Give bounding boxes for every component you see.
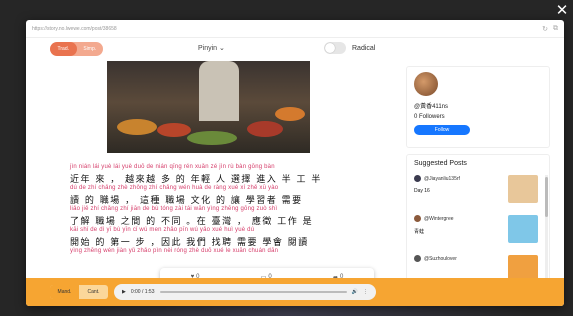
story-modal: https://story.no.lwewe.com/post/38658 ↻ … bbox=[26, 20, 564, 306]
simp-button[interactable]: Simp. bbox=[77, 42, 104, 56]
produce-pile bbox=[157, 123, 191, 137]
radical-switch[interactable]: Radical bbox=[324, 42, 375, 54]
avatar bbox=[414, 175, 421, 182]
audio-progress[interactable] bbox=[159, 291, 347, 293]
suggested-title: Suggested Posts bbox=[414, 160, 467, 167]
produce-pile bbox=[187, 131, 237, 145]
follow-button[interactable]: Follow bbox=[414, 125, 470, 135]
post-author: @Suzhoulover bbox=[424, 255, 457, 262]
hanzi-line[interactable]: 了解 職場 之間 的 不同 。在 臺灣 ， 應徵 工作 是 bbox=[70, 214, 370, 227]
sidebar: @黃香411ns 0 Followers Follow Suggested Po… bbox=[406, 66, 550, 302]
radical-label: Radical bbox=[352, 44, 376, 52]
story-text: jìn nián lái yuè lái yuè duō de nián qīn… bbox=[70, 164, 370, 256]
external-link-icon[interactable]: ⧉ bbox=[553, 25, 558, 33]
hanzi-line[interactable]: 讀 的 職場 ， 這種 職場 文化 的 讓 學習者 需要 bbox=[70, 193, 370, 206]
post-author: @Jiayanliu135rf bbox=[424, 175, 460, 182]
script-toggle[interactable]: Trad. Simp. bbox=[50, 42, 103, 56]
pinyin-line: dú de zhí chǎng zhè zhǒng zhí chǎng wén … bbox=[70, 185, 279, 191]
author-card: @黃香411ns 0 Followers Follow bbox=[406, 66, 550, 148]
post-author: @Wintergree bbox=[424, 215, 454, 222]
pinyin-line: yìng zhēng wén jiàn yǔ zhǎo pìn nèi róng… bbox=[70, 248, 279, 254]
hanzi-line[interactable]: 近年 來 ， 越來越 多 的 年輕 人 選擇 進入 半 工 半 bbox=[70, 172, 370, 185]
play-icon[interactable]: ▶ bbox=[122, 289, 126, 295]
url-bar: https://story.no.lwewe.com/post/38658 ↻ … bbox=[26, 20, 564, 38]
vendor-figure bbox=[199, 61, 239, 121]
follower-count: 0 Followers bbox=[414, 114, 445, 120]
avatar bbox=[414, 255, 421, 262]
author-handle[interactable]: @黃香411ns bbox=[414, 101, 542, 110]
refresh-icon[interactable]: ↻ bbox=[542, 25, 548, 33]
trad-button[interactable]: Trad. bbox=[50, 42, 77, 56]
audio-time: 0:00 / 1:53 bbox=[130, 289, 155, 295]
more-options-icon[interactable]: ⋮ bbox=[363, 289, 368, 295]
avatar[interactable] bbox=[414, 72, 438, 96]
volume-icon[interactable]: 🔊 bbox=[352, 289, 358, 295]
produce-pile bbox=[275, 107, 305, 121]
avatar bbox=[414, 215, 421, 222]
pinyin-line: jìn nián lái yuè lái yuè duō de nián qīn… bbox=[70, 164, 275, 170]
url-text: https://story.no.lwewe.com/post/38658 bbox=[32, 25, 117, 32]
post-thumbnail bbox=[508, 215, 538, 243]
list-item[interactable]: @Wintergree 青蛙 bbox=[414, 215, 542, 251]
close-icon[interactable]: ✕ bbox=[553, 2, 571, 20]
story-content: jìn nián lái yuè lái yuè duō de nián qīn… bbox=[26, 60, 396, 306]
audio-bar: Mand. Cant. ▶ 0:00 / 1:53 🔊 ⋮ bbox=[26, 278, 564, 306]
mandarin-button[interactable]: Mand. bbox=[50, 285, 79, 299]
radical-toggle[interactable] bbox=[324, 42, 346, 54]
reader-toolbar: Trad. Simp. Pinyin ⌄ Radical bbox=[26, 38, 564, 60]
url-actions: ↻ ⧉ bbox=[542, 25, 558, 33]
audio-player: ▶ 0:00 / 1:53 🔊 ⋮ bbox=[114, 284, 376, 300]
pinyin-line: kāi shǐ de dì yī bù yīn cǐ wú men zhǎo p… bbox=[70, 227, 255, 233]
chevron-down-icon: ⌄ bbox=[219, 45, 225, 52]
produce-pile bbox=[247, 121, 283, 137]
post-thumbnail bbox=[508, 175, 538, 203]
pinyin-label: Pinyin bbox=[198, 45, 218, 52]
pinyin-dropdown[interactable]: Pinyin ⌄ bbox=[198, 44, 225, 52]
cantonese-button[interactable]: Cant. bbox=[79, 285, 108, 299]
pinyin-line: liǎo jiě zhí chǎng zhí jiān de bù tóng z… bbox=[70, 206, 278, 212]
story-image bbox=[107, 61, 310, 153]
hanzi-line[interactable]: 開始 的 第一 步 ，因此 我們 找聘 需要 學會 閱讀 bbox=[70, 235, 370, 248]
scrollbar-thumb[interactable] bbox=[545, 177, 548, 217]
list-item[interactable]: @Jiayanliu135rf Day 16 bbox=[414, 175, 542, 211]
produce-pile bbox=[117, 119, 157, 135]
dialect-toggle[interactable]: Mand. Cant. bbox=[50, 285, 108, 299]
